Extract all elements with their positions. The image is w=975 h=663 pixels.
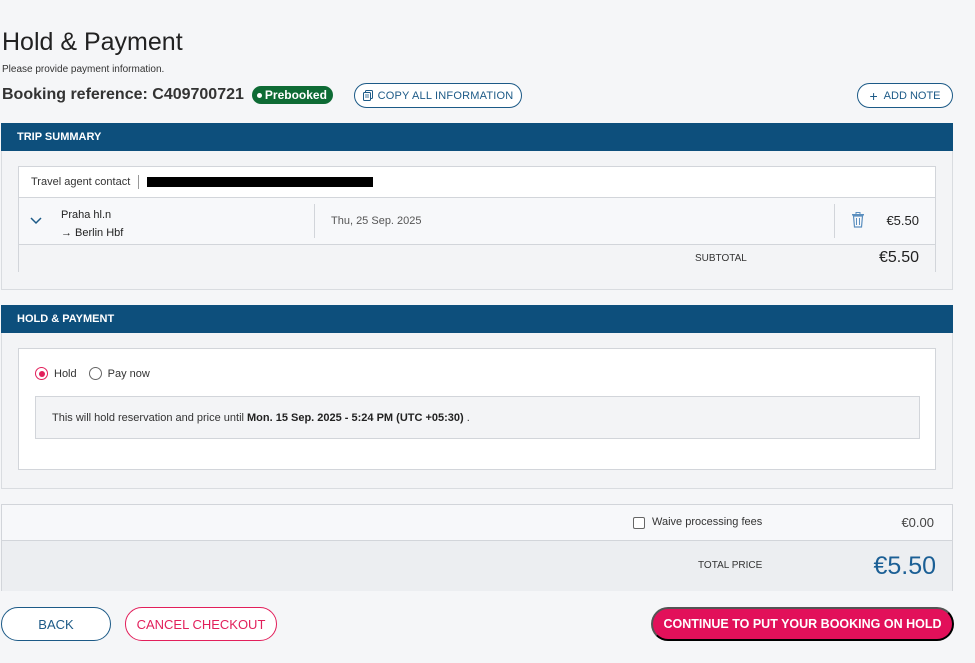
hold-payment-card: Hold Pay now This will hold reservation … — [18, 348, 936, 470]
trip-date: Thu, 25 Sep. 2025 — [331, 215, 422, 227]
processing-fees-row: Waive processing fees €0.00 — [2, 505, 952, 541]
trip-summary-card: Travel agent contact Praha hl.n → Berlin… — [18, 166, 936, 272]
trip-origin: Praha hl.n — [61, 209, 112, 221]
copy-all-information-label: COPY ALL INFORMATION — [377, 89, 514, 102]
trip-row: Praha hl.n → Berlin Hbf Thu, 25 Sep. 202… — [19, 198, 935, 245]
redacted-contact — [147, 177, 374, 187]
trip-destination: → Berlin Hbf — [61, 227, 124, 239]
divider — [314, 204, 315, 238]
status-dot-icon — [256, 92, 262, 98]
copy-icon — [362, 90, 373, 101]
subtotal-row: SUBTOTAL €5.50 — [19, 245, 935, 272]
status-badge-label: Prebooked — [264, 88, 327, 102]
page-subtitle: Please provide payment information. — [2, 64, 165, 75]
hold-until-datetime: Mon. 15 Sep. 2025 - 5:24 PM (UTC +05:30) — [246, 411, 464, 424]
processing-fees-value: €0.00 — [901, 515, 934, 530]
totals-panel: Waive processing fees €0.00 TOTAL PRICE … — [1, 504, 953, 591]
hold-info-prefix: This will hold reservation and price unt… — [52, 411, 244, 424]
waive-fees-checkbox[interactable] — [633, 517, 645, 529]
hold-info-box: This will hold reservation and price unt… — [35, 396, 920, 439]
total-price-value: €5.50 — [873, 552, 936, 580]
radio-pay-now-label[interactable]: Pay now — [108, 368, 150, 380]
add-note-label: ADD NOTE — [883, 89, 941, 102]
travel-agent-contact-label: Travel agent contact — [31, 176, 131, 188]
copy-all-information-button[interactable]: COPY ALL INFORMATION — [354, 83, 522, 108]
trip-route: Praha hl.n → Berlin Hbf — [61, 206, 123, 242]
continue-hold-button[interactable]: CONTINUE TO PUT YOUR BOOKING ON HOLD — [651, 607, 954, 641]
subtotal-value: €5.50 — [878, 249, 919, 266]
radio-hold[interactable] — [35, 367, 48, 380]
subtotal-label: SUBTOTAL — [695, 253, 747, 264]
payment-option-group: Hold Pay now — [35, 367, 162, 380]
add-note-button[interactable]: + ADD NOTE — [857, 83, 953, 108]
divider — [834, 204, 835, 238]
divider — [138, 175, 140, 189]
back-button[interactable]: BACK — [1, 607, 111, 641]
trash-icon[interactable] — [851, 212, 865, 228]
booking-reference-row: Booking reference: C409700721 Prebooked — [2, 84, 333, 106]
status-badge: Prebooked — [251, 86, 333, 104]
travel-agent-contact-row: Travel agent contact — [19, 167, 935, 198]
total-price-row: TOTAL PRICE €5.50 — [2, 541, 952, 591]
trip-summary-header: TRIP SUMMARY — [1, 123, 953, 151]
page-title: Hold & Payment — [2, 28, 183, 56]
waive-fees-label[interactable]: Waive processing fees — [652, 516, 762, 528]
booking-reference: Booking reference: C409700721 — [2, 86, 244, 103]
radio-hold-label[interactable]: Hold — [54, 368, 77, 380]
plus-icon: + — [869, 87, 878, 104]
chevron-down-icon[interactable] — [29, 213, 43, 227]
total-price-label: TOTAL PRICE — [698, 560, 763, 571]
hold-payment-header: HOLD & PAYMENT — [1, 305, 953, 333]
cancel-checkout-button[interactable]: CANCEL CHECKOUT — [125, 607, 277, 641]
radio-pay-now[interactable] — [88, 367, 102, 380]
trip-price: €5.50 — [886, 213, 919, 228]
hold-info-suffix: . — [466, 411, 470, 424]
